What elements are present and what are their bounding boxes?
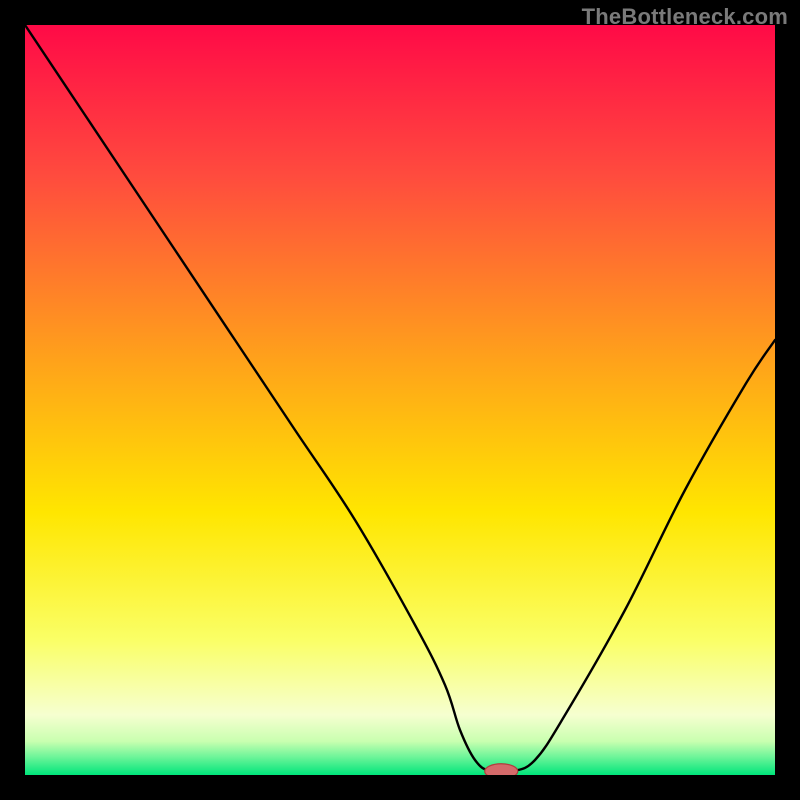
plot-area [25,25,775,775]
chart-frame: TheBottleneck.com [0,0,800,800]
optimal-point-marker [485,764,518,775]
gradient-background [25,25,775,775]
bottleneck-chart [25,25,775,775]
